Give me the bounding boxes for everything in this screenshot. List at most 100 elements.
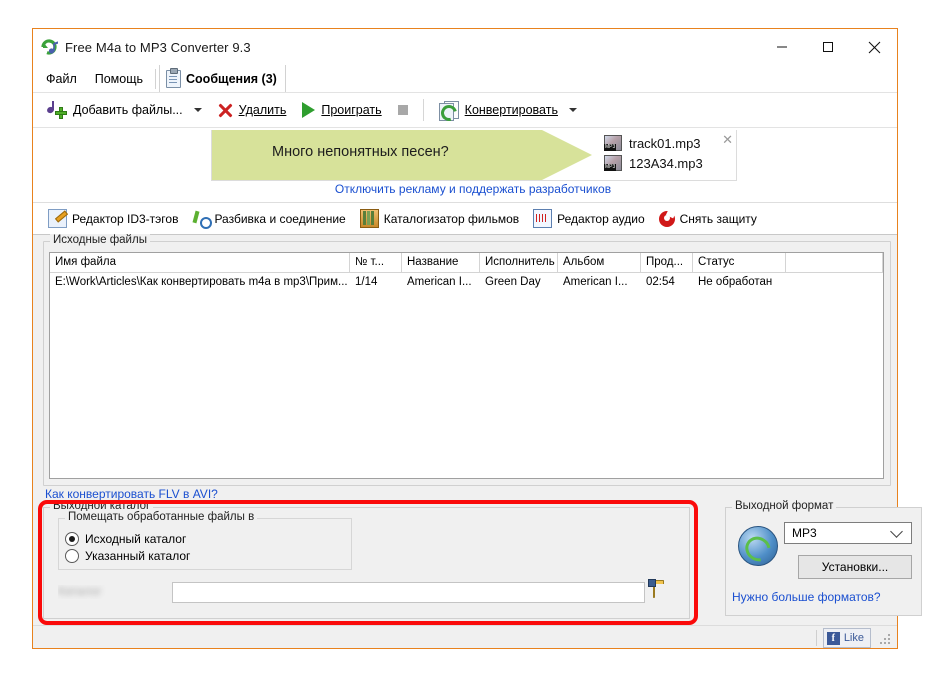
messages-tab[interactable]: Сообщения (3)	[159, 65, 286, 92]
cell-filename: E:\Work\Articles\Как конвертировать m4a …	[55, 276, 348, 288]
radio-source-directory[interactable]: Исходный каталог	[65, 532, 186, 546]
stop-square-icon[interactable]	[397, 105, 408, 115]
column-header-extra[interactable]	[786, 253, 883, 272]
close-icon[interactable]: ✕	[722, 132, 733, 148]
output-path-label: Каталог	[58, 585, 102, 598]
flv-to-avi-link[interactable]: Как конвертировать FLV в AVI?	[45, 487, 218, 501]
settings-button[interactable]: Установки...	[798, 555, 912, 579]
globe-convert-icon	[738, 526, 778, 566]
tools-tab-strip: Редактор ID3-тэгов Разбивка и соединение…	[33, 202, 897, 235]
convert-label: Конвертировать	[464, 103, 558, 117]
tab-id3-editor[interactable]: Редактор ID3-тэгов	[41, 206, 185, 231]
resize-grip[interactable]	[880, 634, 892, 646]
ad-file-name: track01.mp3	[629, 135, 701, 151]
radio-label: Исходный каталог	[85, 532, 187, 546]
place-files-group: Помещать обработанные файлы в Исходный к…	[58, 511, 352, 570]
tab-label: Снять защиту	[679, 211, 757, 226]
column-header-album[interactable]: Альбом	[558, 253, 641, 272]
format-select[interactable]: MP3	[784, 522, 912, 544]
file-list[interactable]: Имя файла № т... Название Исполнитель Ал…	[49, 252, 884, 479]
radio-button-icon	[65, 532, 79, 546]
play-label: Проиграть	[321, 103, 382, 117]
radio-specified-directory[interactable]: Указанный каталог	[65, 549, 190, 563]
chevron-down-icon[interactable]	[568, 108, 577, 112]
facebook-like-button[interactable]: f Like	[822, 628, 871, 648]
column-header-duration[interactable]: Прод...	[641, 253, 693, 272]
cell-track: 1/14	[355, 276, 378, 288]
app-converter-icon	[41, 38, 59, 56]
window-controls	[759, 29, 897, 65]
output-format-group: Выходной формат MP3 Установки... Нужно б…	[725, 500, 922, 616]
mp3-file-icon	[604, 135, 622, 151]
convert-button[interactable]: Конвертировать	[431, 97, 585, 124]
output-path-input[interactable]	[172, 581, 645, 603]
ad-green-shape: Много непонятных песен?	[212, 130, 592, 180]
column-header-status[interactable]: Статус	[693, 253, 786, 272]
window-title: Free M4a to MP3 Converter 9.3	[65, 39, 251, 55]
folder-browse-icon[interactable]	[653, 582, 673, 601]
film-catalog-icon	[359, 209, 379, 228]
red-cross-icon	[218, 103, 233, 118]
tab-label: Разбивка и соединение	[214, 211, 346, 226]
ad-banner[interactable]: Много непонятных песен? track01.mp3 123A…	[211, 130, 737, 181]
toolbar-separator	[422, 99, 424, 121]
play-button[interactable]: Проиграть	[294, 98, 389, 122]
green-play-icon	[302, 102, 316, 118]
tab-remove-protection[interactable]: Снять защиту	[652, 208, 764, 230]
disable-ads-link[interactable]: Отключить рекламу и поддержать разработч…	[211, 182, 735, 196]
minimize-button[interactable]	[759, 29, 805, 65]
add-files-label: Добавить файлы...	[73, 103, 183, 117]
output-directory-group: Выходной каталог Помещать обработанные ф…	[43, 500, 690, 619]
radio-label: Указанный каталог	[85, 549, 191, 563]
tab-label: Редактор ID3-тэгов	[72, 211, 179, 226]
chevron-down-icon[interactable]	[193, 108, 202, 112]
add-files-button[interactable]: Добавить файлы...	[39, 97, 210, 123]
status-separator	[815, 630, 817, 646]
table-row[interactable]: E:\Work\Articles\Как конвертировать m4a …	[50, 273, 883, 292]
file-list-header: Имя файла № т... Название Исполнитель Ал…	[50, 253, 883, 273]
chevron-down-icon	[890, 525, 903, 538]
application-window: Free M4a to MP3 Converter 9.3 Файл Помощ…	[32, 28, 922, 649]
title-bar: Free M4a to MP3 Converter 9.3	[33, 29, 897, 65]
tab-label: Редактор аудио	[557, 211, 645, 226]
scissors-icon	[192, 210, 213, 229]
unlock-disc-icon	[658, 210, 675, 227]
messages-tab-label: Сообщения (3)	[186, 71, 277, 86]
column-header-track[interactable]: № т...	[350, 253, 402, 272]
ad-file-name: 123A34.mp3	[629, 155, 703, 171]
ad-headline: Много непонятных песен?	[272, 144, 449, 160]
facebook-icon: f	[826, 631, 840, 645]
mp3-file-icon	[604, 155, 622, 171]
format-select-value: MP3	[792, 526, 817, 540]
menu-bar: Файл Помощь Сообщения (3)	[33, 65, 897, 92]
source-files-legend: Исходные файлы	[50, 234, 150, 246]
column-header-artist[interactable]: Исполнитель	[480, 253, 558, 272]
tab-label: Каталогизатор фильмов	[383, 211, 520, 226]
column-header-filename[interactable]: Имя файла	[50, 253, 350, 272]
clipboard-icon	[166, 67, 182, 88]
facebook-like-area: f Like	[815, 628, 871, 648]
delete-button[interactable]: Удалить	[210, 99, 295, 122]
ad-file-item: 123A34.mp3	[604, 155, 703, 171]
cell-duration: 02:54	[646, 276, 675, 288]
place-files-legend: Помещать обработанные файлы в	[65, 511, 258, 523]
tab-split-join[interactable]: Разбивка и соединение	[185, 207, 352, 230]
close-button[interactable]	[851, 29, 897, 65]
menu-item-help[interactable]: Помощь	[86, 68, 152, 90]
tab-film-catalog[interactable]: Каталогизатор фильмов	[353, 206, 526, 231]
output-format-legend: Выходной формат	[732, 500, 837, 512]
menu-item-file[interactable]: Файл	[37, 68, 86, 90]
id3-editor-icon	[48, 209, 67, 228]
tab-audio-editor[interactable]: Редактор аудио	[526, 206, 652, 231]
menu-divider	[155, 68, 157, 89]
advertisement-area: Много непонятных песен? track01.mp3 123A…	[33, 128, 897, 202]
maximize-button[interactable]	[805, 29, 851, 65]
status-bar: f Like	[33, 625, 897, 648]
cell-title: American I...	[407, 276, 472, 288]
radio-button-icon	[65, 549, 79, 563]
main-toolbar: Добавить файлы... Удалить Проиграть Конв…	[33, 92, 897, 128]
facebook-like-label: Like	[843, 632, 864, 644]
column-header-title[interactable]: Название	[402, 253, 480, 272]
cell-album: American I...	[563, 276, 628, 288]
more-formats-link[interactable]: Нужно больше форматов?	[732, 590, 881, 604]
